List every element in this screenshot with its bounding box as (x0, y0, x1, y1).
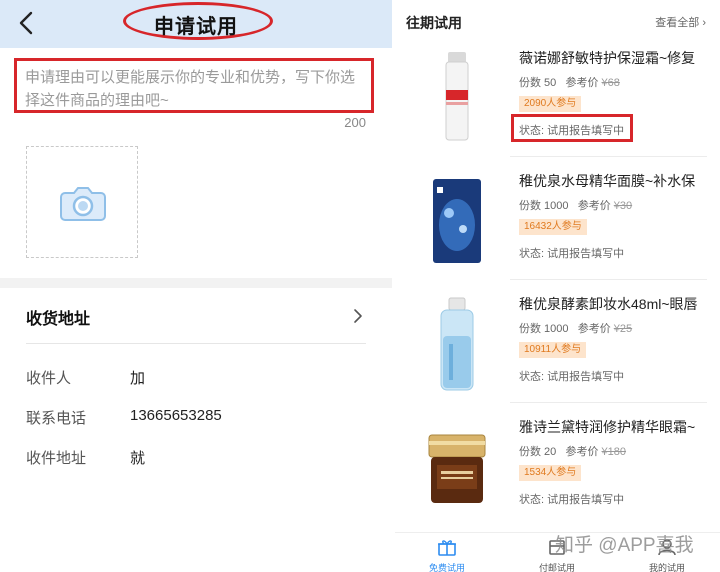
participants-badge: 2090人参与 (519, 96, 582, 112)
chevron-right-icon (354, 309, 362, 323)
ref-price-label: 参考价 (577, 323, 611, 335)
tab-free-trial[interactable]: 免费试用 (407, 533, 487, 572)
product-status: 状态: 试用报告填写中 (519, 248, 625, 260)
shipping-address-row[interactable]: 收货地址 (26, 296, 366, 336)
camera-icon (60, 187, 106, 221)
recipient-label: 收件人 (26, 370, 72, 387)
tab-label: 免费试用 (428, 563, 465, 572)
section-divider (0, 278, 392, 288)
face-mask-image (433, 179, 481, 263)
ref-price-label: 参考价 (565, 77, 599, 89)
product-quantity: 份数 1000 (519, 200, 569, 212)
photo-upload-button[interactable] (26, 146, 138, 258)
view-all-label: 查看全部 (655, 17, 700, 29)
product-meta: 份数 20 参考价 ¥180 (519, 443, 626, 459)
product-status: 状态: 试用报告填写中 (519, 371, 625, 383)
ref-price: ¥25 (613, 323, 633, 335)
participants-badge: 16432人参与 (519, 219, 587, 235)
product-card[interactable]: 稚优泉酵素卸妆水48ml~眼唇 份数 1000 参考价 ¥25 10911人参与… (395, 292, 720, 414)
divider-line (510, 402, 707, 403)
ref-price-label: 参考价 (565, 446, 599, 458)
product-status: 状态: 试用报告填写中 (519, 125, 625, 137)
product-card[interactable]: 稚优泉水母精华面膜~补水保 份数 1000 参考价 ¥30 16432人参与 状… (395, 169, 720, 291)
address-value[interactable]: 就 (130, 447, 145, 468)
tab-label: 我的试用 (648, 563, 685, 572)
ref-price: ¥180 (601, 446, 627, 458)
ref-price-label: 参考价 (577, 200, 611, 212)
divider-line (26, 343, 366, 344)
product-quantity: 份数 1000 (519, 323, 569, 335)
divider-line (510, 279, 707, 280)
product-card[interactable]: 薇诺娜舒敏特护保湿霜~修复 份数 50 参考价 ¥68 2090人参与 状态: … (395, 46, 720, 168)
chevron-right-icon: › (702, 17, 706, 29)
recipient-value[interactable]: 加 (130, 367, 145, 388)
cream-tube-image (445, 52, 469, 141)
product-name: 雅诗兰黛特润修护精华眼霜~ (519, 419, 696, 435)
participants-badge: 10911人参与 (519, 342, 587, 358)
product-name: 薇诺娜舒敏特护保湿霜~修复 (519, 50, 696, 66)
char-limit: 200 (344, 115, 366, 130)
ref-price: ¥68 (601, 77, 620, 89)
reason-field[interactable]: 申请理由可以更能展示你的专业和优势，写下你选择这件商品的理由吧~ (14, 58, 374, 113)
product-quantity: 份数 50 (519, 77, 557, 89)
product-name: 稚优泉酵素卸妆水48ml~眼唇 (519, 296, 698, 312)
product-name: 稚优泉水母精华面膜~补水保 (519, 173, 696, 189)
apply-trial-panel: 申请试用 申请理由可以更能展示你的专业和优势，写下你选择这件商品的理由吧~ 20… (0, 0, 392, 572)
phone-label: 联系电话 (26, 410, 87, 427)
phone-value[interactable]: 13665653285 (130, 407, 222, 424)
product-meta: 份数 50 参考价 ¥68 (519, 74, 620, 90)
product-status: 状态: 试用报告填写中 (519, 494, 625, 506)
reason-input[interactable]: 申请理由可以更能展示你的专业和优势，写下你选择这件商品的理由吧~ (25, 66, 365, 112)
past-trials-title: 往期试用 (406, 15, 462, 31)
makeup-remover-bottle-image (440, 297, 474, 391)
tab-label: 付邮试用 (538, 563, 575, 572)
header-bar: 申请试用 (0, 0, 392, 48)
address-label: 收件地址 (26, 450, 87, 467)
view-all-link[interactable]: 查看全部 › (655, 14, 706, 30)
watermark: 知乎 @APP喜我 (555, 535, 694, 556)
shipping-address-title: 收货地址 (26, 311, 91, 328)
product-meta: 份数 1000 参考价 ¥30 (519, 197, 632, 213)
past-trials-panel: 往期试用 查看全部 › 薇诺娜舒敏特护保湿霜~修复 份数 50 参考价 ¥68 … (395, 0, 720, 572)
ref-price: ¥30 (613, 200, 633, 212)
product-meta: 份数 1000 参考价 ¥25 (519, 320, 632, 336)
participants-badge: 1534人参与 (519, 465, 582, 481)
product-quantity: 份数 20 (519, 446, 557, 458)
product-card[interactable]: 雅诗兰黛特润修护精华眼霜~ 份数 20 参考价 ¥180 1534人参与 状态:… (395, 415, 720, 537)
eye-cream-jar-image (428, 434, 486, 503)
gift-icon (438, 540, 456, 556)
page-title: 申请试用 (154, 16, 238, 38)
divider-line (510, 156, 707, 157)
